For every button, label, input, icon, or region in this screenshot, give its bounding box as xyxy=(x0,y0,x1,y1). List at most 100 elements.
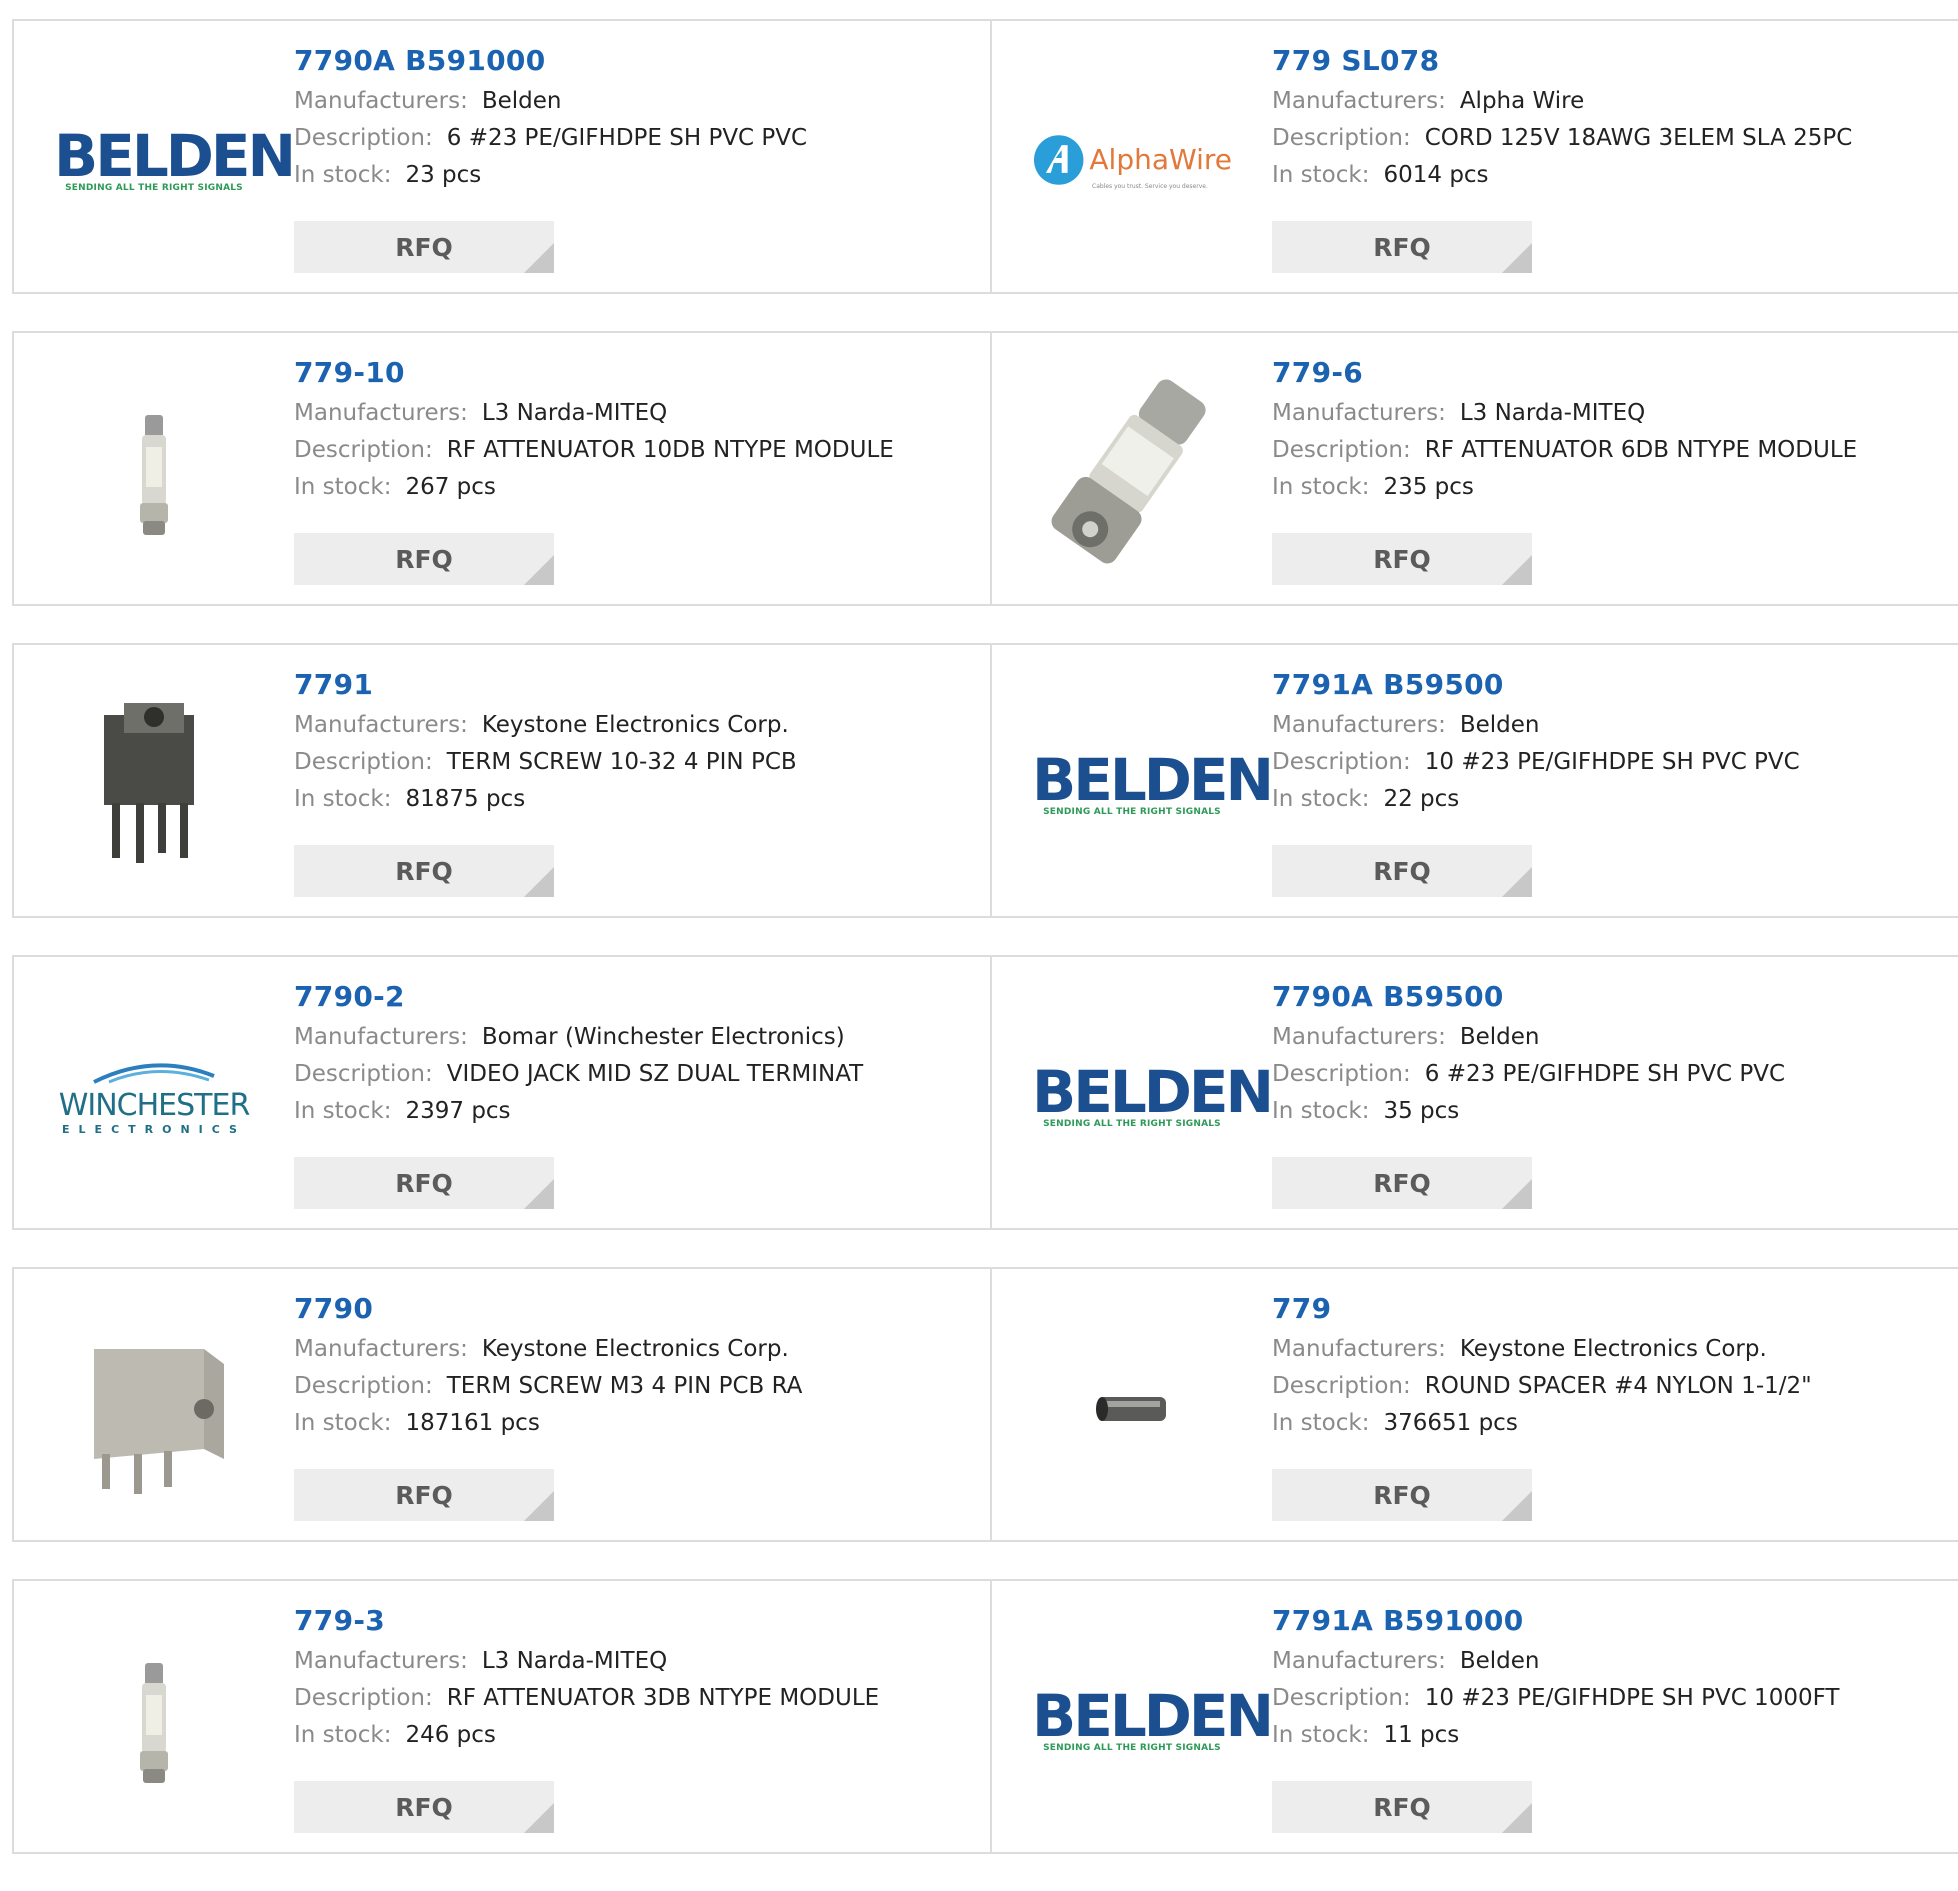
manufacturer-row: Manufacturers: Belden xyxy=(1272,1019,1785,1056)
manufacturer-value: Keystone Electronics Corp. xyxy=(1459,1336,1767,1362)
product-image[interactable] xyxy=(54,1621,254,1821)
manufacturer-row: Manufacturers: Bomar (Winchester Electron… xyxy=(294,1019,863,1056)
stock-value: 22 pcs xyxy=(1383,786,1460,812)
rfq-button[interactable]: RFQ xyxy=(1272,845,1532,897)
description-label: Description: xyxy=(1272,125,1411,151)
product-image[interactable] xyxy=(54,685,254,885)
rfq-button-label: RFQ xyxy=(1373,1792,1431,1822)
belden-logo: BELDEN SENDING ALL THE RIGHT SIGNALS xyxy=(1032,1063,1274,1129)
product-image[interactable]: BELDEN SENDING ALL THE RIGHT SIGNALS xyxy=(1032,685,1274,885)
part-number-link[interactable]: 7791A B591000 xyxy=(1272,1603,1839,1643)
product-card: 7791 Manufacturers: Keystone Electronics … xyxy=(14,645,992,916)
stock-value: 35 pcs xyxy=(1383,1098,1460,1124)
manufacturer-label: Manufacturers: xyxy=(294,400,468,426)
product-image[interactable]: AlphaWire Cables you trust. Service you … xyxy=(1032,61,1232,261)
part-number-link[interactable]: 7790-2 xyxy=(294,979,863,1019)
rfq-button[interactable]: RFQ xyxy=(1272,1157,1532,1209)
rfq-corner-triangle xyxy=(524,1803,554,1833)
manufacturer-label: Manufacturers: xyxy=(294,1024,468,1050)
rfq-button[interactable]: RFQ xyxy=(1272,221,1532,273)
description-label: Description: xyxy=(294,437,433,463)
rfq-corner-triangle xyxy=(1502,555,1532,585)
rfq-corner-triangle xyxy=(524,1491,554,1521)
stock-value: 267 pcs xyxy=(405,474,496,500)
manufacturer-row: Manufacturers: Keystone Electronics Corp. xyxy=(294,707,797,744)
alphawire-logo-tagline: Cables you trust. Service you deserve. xyxy=(1092,182,1208,190)
product-image[interactable] xyxy=(54,373,254,573)
rfq-button[interactable]: RFQ xyxy=(294,221,554,273)
manufacturer-value: Alpha Wire xyxy=(1459,88,1585,114)
rfq-button[interactable]: RFQ xyxy=(294,533,554,585)
description-row: Description: 10 #23 PE/GIFHDPE SH PVC 100… xyxy=(1272,1680,1839,1717)
small-attenuator-photo xyxy=(140,1663,168,1783)
description-value: 6 #23 PE/GIFHDPE SH PVC PVC xyxy=(1424,1061,1786,1087)
rfq-corner-triangle xyxy=(1502,243,1532,273)
part-number-link[interactable]: 7790A B591000 xyxy=(294,43,807,83)
stock-value: 2397 pcs xyxy=(405,1098,511,1124)
manufacturer-row: Manufacturers: Keystone Electronics Corp. xyxy=(1272,1331,1812,1368)
description-label: Description: xyxy=(294,1373,433,1399)
small-attenuator-photo xyxy=(140,415,168,535)
winchester-logo: WINCHESTER ELECTRONICS xyxy=(54,1058,254,1136)
rfq-button-label: RFQ xyxy=(1373,1168,1431,1198)
stock-row: In stock: 35 pcs xyxy=(1272,1093,1785,1130)
stock-label: In stock: xyxy=(1272,1722,1370,1748)
part-number-link[interactable]: 779-10 xyxy=(294,355,894,395)
product-image[interactable] xyxy=(54,1309,254,1509)
part-number-link[interactable]: 779 xyxy=(1272,1291,1812,1331)
product-card: 779-3 Manufacturers: L3 Narda-MITEQ Descr… xyxy=(14,1581,992,1852)
rfq-button[interactable]: RFQ xyxy=(1272,1469,1532,1521)
stock-row: In stock: 6014 pcs xyxy=(1272,157,1852,194)
description-label: Description: xyxy=(294,749,433,775)
rfq-button[interactable]: RFQ xyxy=(294,845,554,897)
stock-value: 246 pcs xyxy=(405,1722,496,1748)
description-row: Description: RF ATTENUATOR 3DB NTYPE MODU… xyxy=(294,1680,879,1717)
manufacturer-label: Manufacturers: xyxy=(1272,88,1446,114)
silver-terminal-photo xyxy=(94,1349,224,1494)
part-number-link[interactable]: 7791A B59500 xyxy=(1272,667,1800,707)
winchester-logo-tagline: ELECTRONICS xyxy=(62,1123,246,1136)
stock-row: In stock: 376651 pcs xyxy=(1272,1405,1812,1442)
stock-row: In stock: 81875 pcs xyxy=(294,781,797,818)
description-value: RF ATTENUATOR 10DB NTYPE MODULE xyxy=(446,437,894,463)
manufacturer-value: L3 Narda-MITEQ xyxy=(481,400,668,426)
rfq-corner-triangle xyxy=(1502,867,1532,897)
product-card: 779-10 Manufacturers: L3 Narda-MITEQ Desc… xyxy=(14,333,992,604)
stock-row: In stock: 235 pcs xyxy=(1272,469,1857,506)
manufacturer-value: L3 Narda-MITEQ xyxy=(481,1648,668,1674)
description-label: Description: xyxy=(1272,749,1411,775)
belden-logo-tagline: SENDING ALL THE RIGHT SIGNALS xyxy=(65,183,243,193)
manufacturer-label: Manufacturers: xyxy=(1272,712,1446,738)
description-label: Description: xyxy=(1272,1685,1411,1711)
part-number-link[interactable]: 7790 xyxy=(294,1291,802,1331)
part-number-link[interactable]: 779-6 xyxy=(1272,355,1857,395)
manufacturer-value: Belden xyxy=(1459,712,1540,738)
description-value: 10 #23 PE/GIFHDPE SH PVC PVC xyxy=(1424,749,1800,775)
product-image[interactable] xyxy=(1032,1309,1232,1509)
rfq-button[interactable]: RFQ xyxy=(294,1157,554,1209)
rfq-button-label: RFQ xyxy=(1373,1480,1431,1510)
rfq-button[interactable]: RFQ xyxy=(294,1781,554,1833)
product-row: 779-3 Manufacturers: L3 Narda-MITEQ Descr… xyxy=(12,1579,1958,1854)
product-image[interactable]: WINCHESTER ELECTRONICS xyxy=(54,997,254,1197)
part-number-link[interactable]: 7790A B59500 xyxy=(1272,979,1785,1019)
stock-value: 23 pcs xyxy=(405,162,482,188)
product-image[interactable]: BELDEN SENDING ALL THE RIGHT SIGNALS xyxy=(54,61,296,261)
product-image[interactable] xyxy=(1032,373,1232,573)
part-number-link[interactable]: 779 SL078 xyxy=(1272,43,1852,83)
product-info: 779 Manufacturers: Keystone Electronics C… xyxy=(1272,1291,1812,1442)
product-image[interactable]: BELDEN SENDING ALL THE RIGHT SIGNALS xyxy=(1032,1621,1274,1821)
description-value: TERM SCREW 10-32 4 PIN PCB xyxy=(446,749,797,775)
description-label: Description: xyxy=(1272,1061,1411,1087)
description-row: Description: VIDEO JACK MID SZ DUAL TERMI… xyxy=(294,1056,863,1093)
manufacturer-label: Manufacturers: xyxy=(294,1336,468,1362)
rfq-button[interactable]: RFQ xyxy=(294,1469,554,1521)
rfq-button[interactable]: RFQ xyxy=(1272,1781,1532,1833)
product-image[interactable]: BELDEN SENDING ALL THE RIGHT SIGNALS xyxy=(1032,997,1274,1197)
description-label: Description: xyxy=(294,125,433,151)
manufacturer-label: Manufacturers: xyxy=(294,88,468,114)
part-number-link[interactable]: 7791 xyxy=(294,667,797,707)
rfq-button[interactable]: RFQ xyxy=(1272,533,1532,585)
description-value: 6 #23 PE/GIFHDPE SH PVC PVC xyxy=(446,125,808,151)
part-number-link[interactable]: 779-3 xyxy=(294,1603,879,1643)
